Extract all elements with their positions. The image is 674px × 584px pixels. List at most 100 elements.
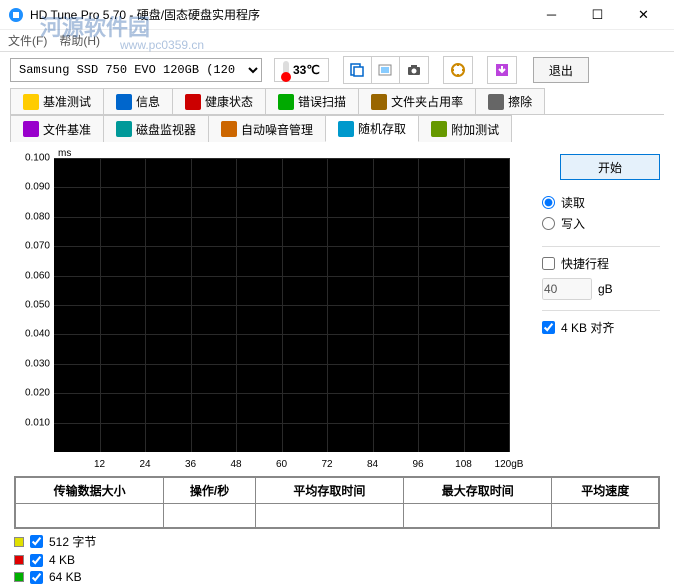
legend-label: 4 KB [49, 553, 75, 567]
tab-label: 随机存取 [358, 120, 406, 137]
quick-value-input [542, 278, 592, 300]
tab-icon [23, 121, 39, 137]
tab-icon [221, 121, 237, 137]
legend-item: 4 KB [14, 553, 660, 567]
tab-label: 附加测试 [451, 121, 499, 138]
tab-icon [371, 94, 387, 110]
legend-item: 64 KB [14, 570, 660, 584]
quick-unit: gB [598, 282, 613, 296]
tab-icon [338, 121, 354, 137]
y-tick-label: 0.080 [14, 211, 50, 222]
x-tick-label: 24 [139, 459, 150, 470]
tab-基准测试[interactable]: 基准测试 [10, 88, 104, 114]
table-header: 传输数据大小 [16, 478, 164, 504]
tab-icon [23, 94, 39, 110]
y-tick-label: 0.070 [14, 241, 50, 252]
y-tick-label: 0.090 [14, 182, 50, 193]
legend-color-icon [14, 537, 24, 547]
y-tick-label: 0.020 [14, 388, 50, 399]
legend-checkbox[interactable] [30, 535, 43, 548]
table-cell [16, 504, 164, 528]
tab-随机存取[interactable]: 随机存取 [325, 115, 419, 142]
exit-button[interactable]: 退出 [533, 57, 589, 83]
tab-磁盘监视器[interactable]: 磁盘监视器 [103, 115, 209, 142]
tab-附加测试[interactable]: 附加测试 [418, 115, 512, 142]
write-radio[interactable]: 写入 [542, 215, 660, 232]
temperature-display: 33℃ [274, 58, 329, 82]
x-tick-label: 12 [94, 459, 105, 470]
legend-label: 512 字节 [49, 533, 96, 550]
toolbar: Samsung SSD 750 EVO 120GB (120 gB) 33℃ 退… [0, 52, 674, 88]
x-tick-label: 96 [412, 459, 423, 470]
screenshot-button[interactable] [400, 57, 428, 83]
chart-plot-area [54, 158, 509, 452]
menu-help[interactable]: 帮助(H) [59, 32, 100, 49]
results-table: 传输数据大小操作/秒平均存取时间最大存取时间平均速度 [14, 476, 660, 529]
close-button[interactable]: ✕ [621, 1, 666, 29]
legend-color-icon [14, 572, 24, 582]
x-tick-label: 72 [321, 459, 332, 470]
x-tick-label: 60 [276, 459, 287, 470]
side-panel: 开始 读取 写入 快捷行程 gB 4 KB 对齐 [542, 150, 660, 470]
minimize-button[interactable]: ─ [529, 1, 574, 29]
tabs: 基准测试 信息健康状态 错误扫描 文件夹占用率 擦除 文件基准磁盘监视器 自动噪音管理 随机… [0, 88, 674, 142]
tab-错误扫描[interactable]: 错误扫描 [265, 88, 359, 114]
tab-row-1: 基准测试 信息健康状态 错误扫描 文件夹占用率 擦除 [10, 88, 664, 115]
tab-label: 基准测试 [43, 93, 91, 110]
thermometer-icon [283, 61, 289, 79]
tab-label: 文件基准 [43, 121, 91, 138]
y-tick-label: 0.060 [14, 270, 50, 281]
temperature-value: 33℃ [293, 63, 320, 77]
copy-info-button[interactable] [344, 57, 372, 83]
tab-label: 信息 [136, 93, 160, 110]
tab-自动噪音管理[interactable]: 自动噪音管理 [208, 115, 326, 142]
table-header: 平均速度 [552, 478, 659, 504]
x-tick-label: 108 [455, 459, 472, 470]
table-cell [404, 504, 552, 528]
y-tick-label: 0.100 [14, 153, 50, 164]
y-tick-label: 0.050 [14, 300, 50, 311]
tab-icon [185, 94, 201, 110]
start-button[interactable]: 开始 [560, 154, 660, 180]
tab-icon [431, 121, 447, 137]
tab-label: 错误扫描 [298, 93, 346, 110]
quick-checkbox[interactable]: 快捷行程 [542, 255, 660, 272]
tab-label: 自动噪音管理 [241, 121, 313, 138]
legend-checkbox[interactable] [30, 571, 43, 584]
tab-文件夹占用率[interactable]: 文件夹占用率 [358, 88, 476, 114]
tab-擦除[interactable]: 擦除 [475, 88, 545, 114]
y-tick-label: 0.030 [14, 358, 50, 369]
options-button[interactable] [444, 57, 472, 83]
legend-color-icon [14, 555, 24, 565]
tab-label: 擦除 [508, 93, 532, 110]
app-icon [8, 7, 24, 23]
save-button[interactable] [488, 57, 516, 83]
legend-item: 512 字节 [14, 533, 660, 550]
menubar: 文件(F) 帮助(H) [0, 30, 674, 52]
align-checkbox[interactable]: 4 KB 对齐 [542, 319, 660, 336]
legend: 512 字节 4 KB 64 KB [14, 533, 660, 584]
maximize-button[interactable]: ☐ [575, 1, 620, 29]
tab-icon [116, 94, 132, 110]
x-tick-label: 36 [185, 459, 196, 470]
table-cell [552, 504, 659, 528]
y-tick-label: 0.040 [14, 329, 50, 340]
tab-row-2: 文件基准磁盘监视器 自动噪音管理 随机存取 附加测试 [10, 115, 664, 142]
y-tick-label: 0.010 [14, 417, 50, 428]
x-tick-label: 120gB [495, 459, 524, 470]
tab-文件基准[interactable]: 文件基准 [10, 115, 104, 142]
tab-icon [116, 121, 132, 137]
tab-icon [488, 94, 504, 110]
tab-label: 文件夹占用率 [391, 93, 463, 110]
menu-file[interactable]: 文件(F) [8, 32, 47, 49]
drive-select[interactable]: Samsung SSD 750 EVO 120GB (120 gB) [10, 58, 262, 82]
tab-健康状态[interactable]: 健康状态 [172, 88, 266, 114]
table-cell [164, 504, 255, 528]
chart: ms 0.0100.0200.0300.0400.0500.0600.0700.… [14, 150, 509, 470]
legend-checkbox[interactable] [30, 554, 43, 567]
x-tick-label: 84 [367, 459, 378, 470]
tab-信息[interactable]: 信息 [103, 88, 173, 114]
copy-screenshot-button[interactable] [372, 57, 400, 83]
read-radio[interactable]: 读取 [542, 194, 660, 211]
table-header: 操作/秒 [164, 478, 255, 504]
